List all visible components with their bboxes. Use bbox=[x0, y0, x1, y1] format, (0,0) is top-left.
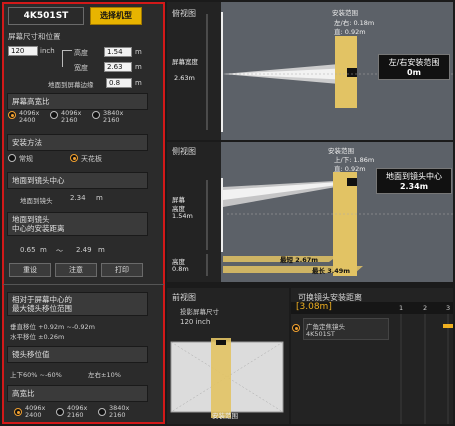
radio-icon[interactable] bbox=[50, 111, 58, 119]
longest-distance: 最长 3.49m bbox=[312, 267, 351, 275]
range-max: 2.49 bbox=[76, 246, 92, 254]
height-label: 高度 bbox=[74, 49, 88, 57]
note-button[interactable]: 注意 bbox=[55, 263, 97, 277]
range-min: 0.65 bbox=[20, 246, 36, 254]
height-input[interactable]: 1.54 bbox=[104, 47, 132, 57]
install-method-title: 安装方法 bbox=[7, 134, 148, 151]
front-install-range: 安装范围 bbox=[212, 412, 238, 420]
aspect2-option-3[interactable] bbox=[98, 408, 106, 416]
range-tilde: ～ bbox=[56, 247, 63, 255]
top-install-range: 安装范围 bbox=[332, 9, 358, 17]
aspect-option-3[interactable] bbox=[92, 111, 100, 119]
aspect-option-1[interactable] bbox=[8, 111, 16, 119]
floor-lens-value: 2.34 bbox=[70, 194, 86, 202]
install-normal-label: 常规 bbox=[19, 155, 33, 163]
radio-icon[interactable] bbox=[92, 111, 100, 119]
lens-height-box: 地面到镜头中心 2.34m bbox=[376, 168, 452, 194]
install-ceiling-radio[interactable] bbox=[70, 154, 78, 162]
range-max-unit: m bbox=[98, 246, 105, 254]
aspect-ratio-2-title: 高宽比 bbox=[7, 385, 148, 402]
screen-size-input[interactable]: 120 bbox=[8, 46, 38, 56]
vertical-shift: 垂直移位 +0.92m ~-0.92m bbox=[10, 323, 95, 331]
side-screen-h-value: 1.54m bbox=[172, 212, 193, 220]
floor-lens-label: 地面到镜头 bbox=[20, 197, 53, 205]
aspect2-option-3-label: 3840x 2160 bbox=[109, 404, 130, 419]
lens-distance-value: [3.08m] bbox=[296, 302, 332, 312]
aspect-option-3-label: 3840x 2160 bbox=[103, 109, 124, 124]
radio-selected-icon[interactable] bbox=[70, 154, 78, 162]
lr-range-box-title: 左/右安装范围 bbox=[388, 58, 440, 67]
shift-value-title: 镜头移位值 bbox=[7, 346, 148, 363]
floor-lens-unit: m bbox=[96, 194, 103, 202]
floor-edge-input[interactable]: 0.8 bbox=[106, 78, 132, 88]
tick-1: 1 bbox=[399, 304, 404, 312]
radio-icon[interactable] bbox=[98, 408, 106, 416]
install-normal-radio[interactable] bbox=[8, 154, 16, 162]
width-unit: m bbox=[135, 63, 142, 71]
horizontal-shift: 水平移位 ±0.26m bbox=[10, 333, 65, 341]
lens-height-box-title: 地面到镜头中心 bbox=[386, 172, 442, 181]
aspect-option-2-label: 4096x 2160 bbox=[61, 109, 82, 124]
side-install-v: 直: 0.92m bbox=[334, 165, 366, 173]
height-unit: m bbox=[135, 48, 142, 56]
front-view-diagram bbox=[170, 338, 284, 418]
floor-edge-label: 地面到屏幕边缘 bbox=[48, 81, 94, 89]
aspect-option-2[interactable] bbox=[50, 111, 58, 119]
panel-divider bbox=[3, 284, 164, 285]
select-model-button[interactable]: 选择机型 bbox=[90, 7, 142, 25]
top-screen-width-label: 屏幕宽度 bbox=[172, 58, 198, 66]
width-label: 宽度 bbox=[74, 64, 88, 72]
tick-2: 2 bbox=[423, 304, 428, 312]
lens-model: 4K501ST bbox=[306, 330, 335, 338]
bracket-line bbox=[62, 50, 72, 67]
radio-selected-icon[interactable] bbox=[8, 111, 16, 119]
radio-icon[interactable] bbox=[8, 154, 16, 162]
shift-range-title: 相对于屏幕中心的 最大镜头移位范围 bbox=[7, 292, 148, 316]
shift-updown: 上下60% ~-60% bbox=[10, 371, 62, 379]
aspect2-option-2-label: 4096x 2160 bbox=[67, 404, 88, 419]
lens-height-box-value: 2.34m bbox=[399, 182, 429, 191]
shortest-distance: 最短 2.67m bbox=[280, 256, 319, 264]
top-screen-width-value: 2.63m bbox=[174, 74, 195, 82]
screen-size-title: 屏幕尺寸和位置 bbox=[8, 32, 61, 41]
width-input[interactable]: 2.63 bbox=[104, 62, 132, 72]
lr-range-box-value: 0m bbox=[407, 68, 421, 77]
floor-lens-title: 地面到镜头中心 bbox=[7, 172, 148, 189]
lens-radio[interactable] bbox=[292, 324, 300, 332]
aspect-option-1-label: 4096x 2400 bbox=[19, 109, 40, 124]
radio-selected-icon[interactable] bbox=[14, 408, 22, 416]
radio-selected-icon[interactable] bbox=[292, 324, 300, 332]
range-min-unit: m bbox=[40, 246, 47, 254]
aspect2-option-2[interactable] bbox=[56, 408, 64, 416]
shift-leftright: 左右±10% bbox=[88, 371, 121, 379]
top-install-v: 直: 0.92m bbox=[334, 28, 366, 36]
radio-icon[interactable] bbox=[56, 408, 64, 416]
aspect2-option-1[interactable] bbox=[14, 408, 22, 416]
install-distance-title: 地面到镜头 中心的安装距离 bbox=[7, 212, 148, 236]
screen-size-unit: inch bbox=[40, 47, 55, 55]
floor-edge-unit: m bbox=[135, 79, 142, 87]
reset-button[interactable]: 重设 bbox=[9, 263, 51, 277]
aspect2-option-1-label: 4096x 2400 bbox=[25, 404, 46, 419]
aspect-ratio-title: 屏幕高宽比 bbox=[7, 93, 148, 110]
model-name: 4K501ST bbox=[8, 7, 84, 25]
lr-range-box: 左/右安装范围 0m bbox=[378, 54, 450, 80]
print-button[interactable]: 打印 bbox=[101, 263, 143, 277]
side-height-value: 0.8m bbox=[172, 265, 189, 273]
install-ceiling-label: 天花板 bbox=[81, 155, 102, 163]
tick-3: 3 bbox=[446, 304, 451, 312]
